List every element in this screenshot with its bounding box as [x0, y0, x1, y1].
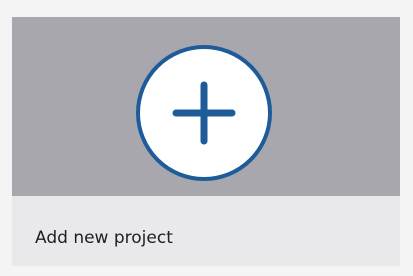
card-thumbnail	[12, 17, 400, 196]
add-new-project-card[interactable]: Add new project	[12, 17, 400, 266]
plus-icon	[172, 81, 236, 145]
card-label: Add new project	[35, 228, 173, 248]
add-project-button[interactable]	[136, 45, 272, 181]
